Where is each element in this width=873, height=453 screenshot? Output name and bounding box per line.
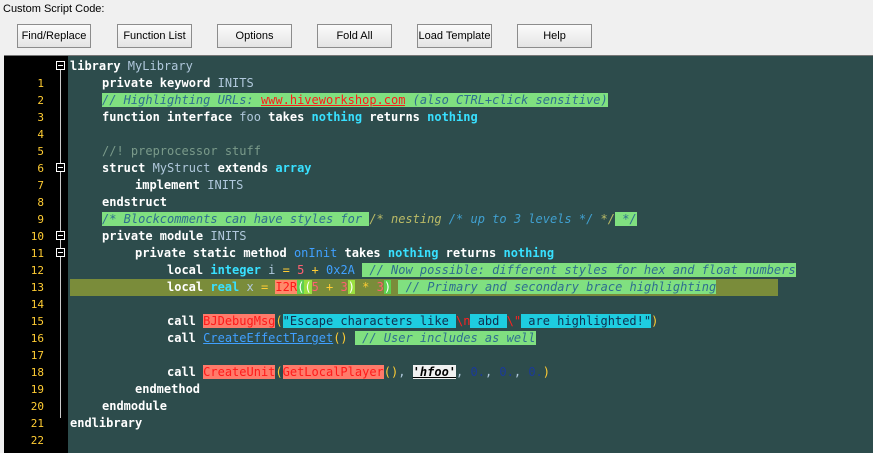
window-title: Custom Script Code: bbox=[3, 3, 105, 15]
fold-all-button[interactable]: Fold All bbox=[317, 24, 392, 48]
code-line: 18 bbox=[4, 347, 873, 379]
code-line: 12 private static method onInit takes no… bbox=[4, 245, 873, 277]
fold-minus-icon[interactable] bbox=[56, 163, 65, 172]
code-line: 22 endlibrary bbox=[4, 415, 873, 447]
user-function-link[interactable]: CreateEffectTarget bbox=[203, 331, 333, 345]
function-list-button[interactable]: Function List bbox=[117, 24, 192, 48]
code-line: 23 bbox=[4, 432, 873, 453]
help-button[interactable]: Help bbox=[517, 24, 592, 48]
code-editor[interactable]: 1 library MyLibrary 2 private keyword IN… bbox=[4, 55, 873, 453]
code-line: 11 private module INITS bbox=[4, 228, 873, 260]
line-number: 23 bbox=[4, 449, 44, 453]
code-line: 4 function interface foo takes nothing r… bbox=[4, 109, 873, 141]
code-line: 2 private keyword INITS bbox=[4, 75, 873, 107]
options-button[interactable]: Options bbox=[217, 24, 292, 48]
code-line: 17 call CreateEffectTarget() // User inc… bbox=[4, 330, 873, 362]
code-line: 13 local integer i = 5 + 0x2A // Now pos… bbox=[4, 262, 873, 294]
code-line: 15 bbox=[4, 296, 873, 328]
fold-minus-icon[interactable] bbox=[56, 248, 65, 257]
load-template-button[interactable]: Load Template bbox=[417, 24, 492, 48]
code-line: 8 implement INITS bbox=[4, 177, 873, 209]
find-replace-button[interactable]: Find/Replace bbox=[17, 24, 91, 48]
code-line: 6 //! preprocessor stuff bbox=[4, 143, 873, 175]
code-line-current: 14 local real x = I2R((5 + 3) * 3) // Pr… bbox=[4, 279, 873, 311]
code-line: 1 library MyLibrary bbox=[4, 58, 873, 90]
code-line: 19 call CreateUnit(GetLocalPlayer(), 'hf… bbox=[4, 364, 873, 396]
code-line: 5 bbox=[4, 126, 873, 158]
code-line: 9 endstruct bbox=[4, 194, 873, 226]
code-line: 16 call BJDebugMsg("Escape characters li… bbox=[4, 313, 873, 345]
fold-minus-icon[interactable] bbox=[56, 231, 65, 240]
code-line: 3 // Highlighting URLs: www.hiveworkshop… bbox=[4, 92, 873, 124]
code-line: 7 struct MyStruct extends array bbox=[4, 160, 873, 192]
url-link[interactable]: www.hiveworkshop.com bbox=[260, 93, 406, 107]
code-line: 10 /* Blockcomments can have styles for … bbox=[4, 211, 873, 243]
fold-minus-icon[interactable] bbox=[56, 61, 65, 70]
code-line: 21 endmodule bbox=[4, 398, 873, 430]
toolbar: Find/Replace Function List Options Fold … bbox=[0, 24, 873, 50]
code-line: 20 endmethod bbox=[4, 381, 873, 413]
